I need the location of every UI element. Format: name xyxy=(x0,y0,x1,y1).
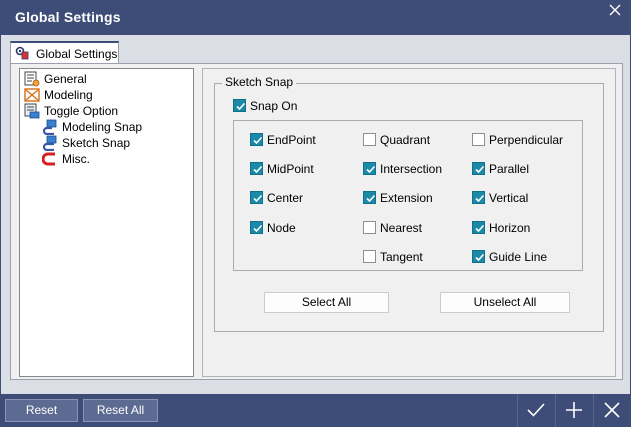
checkbox-box[interactable] xyxy=(472,133,485,146)
group-title: Sketch Snap xyxy=(222,75,297,89)
modeling-icon xyxy=(24,87,40,103)
checkbox-label: Tangent xyxy=(380,250,423,264)
plus-icon xyxy=(566,402,582,418)
toggle-option-icon xyxy=(24,103,40,119)
tab-global-settings[interactable]: Global Settings xyxy=(10,41,119,64)
modeling-snap-icon xyxy=(42,119,58,136)
settings-content: Sketch Snap Snap On EndPoint Quadrant Pe… xyxy=(202,68,616,377)
close-icon xyxy=(604,402,620,418)
window-title: Global Settings xyxy=(15,9,121,25)
checkbox-box[interactable] xyxy=(363,250,376,263)
sketch-snap-icon xyxy=(42,135,58,152)
cancel-button[interactable] xyxy=(593,394,630,427)
checkbox-label: Snap On xyxy=(250,99,298,113)
title-bar: Global Settings xyxy=(0,0,631,35)
checkbox-label: Guide Line xyxy=(489,250,548,264)
checkbox-box[interactable] xyxy=(472,191,485,204)
unselect-all-button[interactable]: Unselect All xyxy=(440,292,570,313)
snap-options-box: EndPoint Quadrant Perpendicular MidPoint xyxy=(233,120,583,271)
checkbox-label: Horizon xyxy=(489,221,531,235)
tree-item-label: General xyxy=(44,72,87,86)
checkbox-label: MidPoint xyxy=(267,162,314,176)
tab-label: Global Settings xyxy=(36,47,118,61)
checkbox-box[interactable] xyxy=(472,221,485,234)
tab-panel: General Modeling Toggle Option Modeling … xyxy=(10,63,623,380)
footer-bar: Reset Reset All xyxy=(0,394,631,427)
checkbox-box[interactable] xyxy=(472,250,485,263)
misc-magnet-icon xyxy=(41,151,58,167)
general-settings-icon xyxy=(24,71,40,87)
dialog-body: Global Settings General Modeling Toggle … xyxy=(0,35,631,394)
checkbox-box[interactable] xyxy=(250,221,263,234)
confirm-button[interactable] xyxy=(517,394,554,427)
reset-all-button[interactable]: Reset All xyxy=(83,399,158,422)
settings-tree[interactable]: General Modeling Toggle Option Modeling … xyxy=(19,68,194,377)
checkbox-box[interactable] xyxy=(363,133,376,146)
settings-tab-icon xyxy=(15,46,29,60)
checkbox-box[interactable] xyxy=(472,162,485,175)
checkbox-box[interactable] xyxy=(363,221,376,234)
checkbox-box[interactable] xyxy=(250,133,263,146)
checkbox-label: Center xyxy=(267,191,304,205)
select-all-button[interactable]: Select All xyxy=(264,292,389,313)
checkbox-label: Intersection xyxy=(380,162,443,176)
tree-item-label: Modeling xyxy=(44,88,93,102)
tree-item-label: Misc. xyxy=(62,152,90,166)
checkbox-label: Parallel xyxy=(489,162,530,176)
tree-item-label: Toggle Option xyxy=(44,104,119,118)
checkbox-label: Quadrant xyxy=(380,133,431,147)
checkbox-label: Node xyxy=(267,221,296,235)
reset-button[interactable]: Reset xyxy=(5,399,78,422)
checkbox-box[interactable] xyxy=(250,162,263,175)
close-icon[interactable] xyxy=(609,4,621,16)
add-button[interactable] xyxy=(555,394,592,427)
checkbox-label: Vertical xyxy=(489,191,529,205)
tree-item-label: Modeling Snap xyxy=(62,120,143,134)
tree-item-label: Sketch Snap xyxy=(62,136,131,150)
check-icon xyxy=(527,403,545,417)
checkbox-label: Extension xyxy=(380,191,433,205)
checkbox-label: Nearest xyxy=(380,221,423,235)
checkbox-box[interactable] xyxy=(233,99,246,112)
checkbox-label: Perpendicular xyxy=(489,133,564,147)
checkbox-box[interactable] xyxy=(363,191,376,204)
checkbox-box[interactable] xyxy=(363,162,376,175)
checkbox-box[interactable] xyxy=(250,191,263,204)
checkbox-label: EndPoint xyxy=(267,133,316,147)
